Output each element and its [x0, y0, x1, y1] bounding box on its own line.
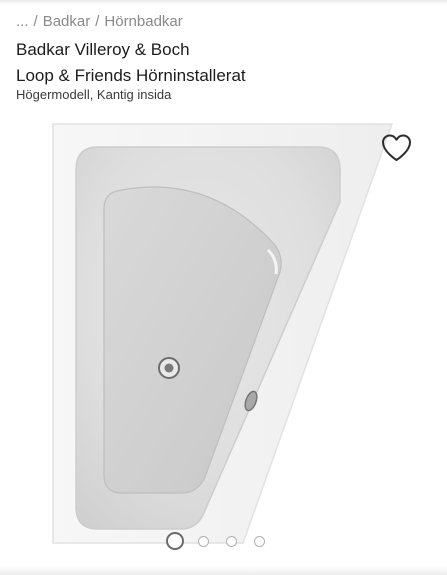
breadcrumb-item-badkar[interactable]: Badkar — [43, 13, 91, 30]
pagination-dot-4[interactable] — [254, 535, 265, 547]
corner-bathtub-image[interactable] — [0, 110, 447, 562]
breadcrumb-separator: / — [33, 13, 38, 30]
breadcrumb: ... / Badkar / Hörnbadkar — [16, 13, 183, 30]
pagination-dot-3[interactable] — [226, 535, 237, 547]
product-title-line-2: Loop & Friends Hörninstallerat — [16, 66, 246, 85]
product-title: Badkar Villeroy & Boch Loop & Friends Hö… — [16, 37, 426, 89]
breadcrumb-separator: / — [95, 13, 100, 30]
pagination-dot-2[interactable] — [198, 535, 209, 547]
gallery-pagination — [166, 530, 282, 552]
breadcrumb-item-hornbadkar[interactable]: Hörnbadkar — [104, 13, 182, 30]
product-page: ... / Badkar / Hörnbadkar Badkar Villeroy & … — [0, 0, 447, 575]
image-gallery[interactable] — [0, 110, 447, 562]
top-divider — [0, 0, 447, 4]
product-variant: Högermodell, Kantig insida — [16, 87, 172, 102]
product-title-line-1: Badkar Villeroy & Boch — [16, 40, 190, 59]
pagination-dot-1[interactable] — [166, 532, 184, 550]
bottom-divider — [0, 566, 447, 575]
breadcrumb-ellipsis[interactable]: ... — [16, 13, 29, 30]
heart-icon[interactable] — [380, 133, 413, 163]
